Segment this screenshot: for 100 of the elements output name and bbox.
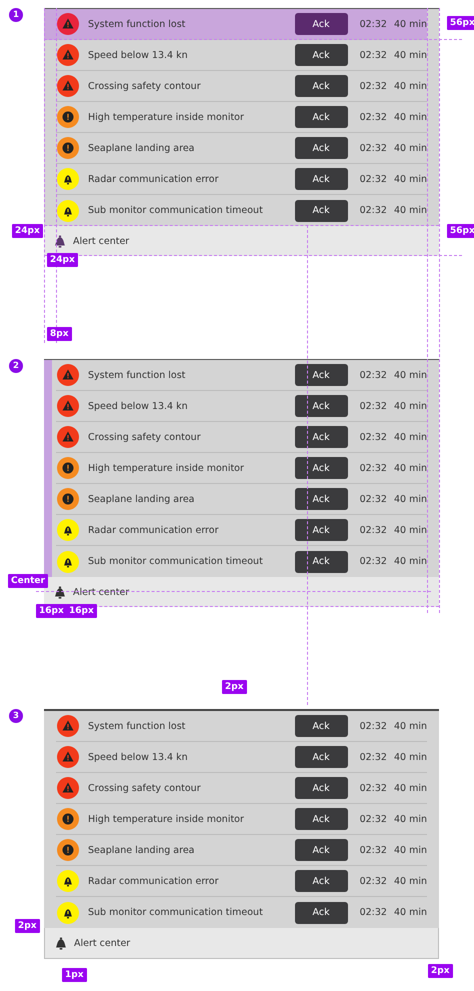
alert-message: Seaplane landing area: [88, 142, 194, 154]
ack-button[interactable]: Ack: [294, 106, 348, 128]
caution-bell-icon: [57, 519, 79, 541]
alert-message: Speed below 13.4 kn: [88, 400, 188, 412]
step-number: 3: [9, 709, 23, 723]
alert-message: System function lost: [88, 720, 186, 732]
alert-age: 40 min: [394, 80, 427, 92]
caution-bell-icon: [57, 550, 79, 572]
dimension-label: Center: [8, 574, 48, 588]
alert-message: Seaplane landing area: [88, 494, 194, 504]
alert-time: 02:32: [360, 174, 387, 184]
ack-button[interactable]: Ack: [294, 168, 348, 190]
ack-button[interactable]: Ack: [294, 364, 348, 386]
alert-age: 40 min: [394, 814, 427, 824]
step-number: 2: [9, 359, 23, 373]
caution-bell-icon: [57, 870, 79, 892]
alert-time: 02:32: [360, 462, 387, 474]
alert-age: 40 min: [394, 556, 427, 567]
ack-button[interactable]: Ack: [294, 519, 348, 541]
alert-message: Sub monitor communication timeout: [88, 556, 263, 567]
alert-age: 40 min: [394, 174, 427, 184]
alert-time: 02:32: [360, 814, 387, 824]
step-number: 1: [9, 8, 23, 22]
alert-time: 02:32: [360, 400, 387, 412]
alert-message: System function lost: [88, 370, 186, 380]
ack-button[interactable]: Ack: [294, 488, 348, 510]
alert-time: 02:32: [360, 50, 387, 60]
ack-button[interactable]: Ack: [294, 550, 348, 572]
caution-bell-icon: [57, 200, 79, 222]
dimension-label: 1px: [62, 968, 87, 982]
alert-message: Radar communication error: [88, 876, 218, 886]
ack-button[interactable]: Ack: [294, 75, 348, 97]
alert-center-bar[interactable]: Alert center: [44, 928, 439, 959]
alert-age: 40 min: [394, 720, 427, 732]
alert-time: 02:32: [360, 907, 387, 918]
alert-time: 02:32: [360, 370, 387, 380]
bell-icon: [54, 586, 66, 598]
ack-button[interactable]: Ack: [294, 746, 348, 768]
ack-button[interactable]: Ack: [294, 137, 348, 159]
ack-button[interactable]: Ack: [294, 200, 348, 222]
alert-message: Speed below 13.4 kn: [88, 752, 188, 762]
alert-time: 02:32: [360, 205, 387, 216]
warning-exclamation-icon: [57, 839, 79, 861]
ack-button[interactable]: Ack: [294, 808, 348, 830]
ack-button[interactable]: Ack: [294, 870, 348, 892]
ack-button[interactable]: Ack: [294, 902, 348, 924]
ack-button[interactable]: Ack: [294, 44, 348, 66]
alert-time: 02:32: [360, 556, 387, 567]
alert-time: 02:32: [360, 876, 387, 886]
alert-age: 40 min: [394, 112, 427, 122]
ack-button[interactable]: Ack: [294, 839, 348, 861]
alert-message: Sub monitor communication timeout: [88, 907, 263, 918]
ack-button[interactable]: Ack: [294, 457, 348, 479]
alert-age: 40 min: [394, 524, 427, 536]
alert-time: 02:32: [360, 432, 387, 442]
alert-message: High temperature inside monitor: [88, 112, 244, 122]
alert-age: 40 min: [394, 50, 427, 60]
alert-message: Speed below 13.4 kn: [88, 50, 188, 60]
dimension-label: 2px: [15, 919, 40, 933]
alert-center-label: Alert center: [73, 236, 130, 246]
alert-time: 02:32: [360, 524, 387, 536]
alert-message: Radar communication error: [88, 174, 218, 184]
alert-age: 40 min: [394, 844, 427, 856]
warning-exclamation-icon: [57, 488, 79, 510]
alert-age: 40 min: [394, 205, 427, 216]
alert-age: 40 min: [394, 462, 427, 474]
bell-icon: [54, 234, 66, 248]
ack-button[interactable]: Ack: [294, 777, 348, 799]
alert-age: 40 min: [394, 432, 427, 442]
alert-message: High temperature inside monitor: [88, 462, 244, 474]
alert-time: 02:32: [360, 80, 387, 92]
alert-center-label: Alert center: [74, 938, 130, 948]
ack-button[interactable]: Ack: [294, 395, 348, 417]
alert-age: 40 min: [394, 18, 427, 30]
dimension-label: 8px: [47, 327, 72, 341]
alert-time: 02:32: [360, 494, 387, 504]
alert-time: 02:32: [360, 782, 387, 794]
alert-age: 40 min: [394, 782, 427, 794]
dimension-label: 16px: [66, 604, 97, 618]
ack-button[interactable]: Ack: [294, 715, 348, 737]
alert-message: High temperature inside monitor: [88, 814, 244, 824]
dimension-label: 2px: [428, 964, 453, 978]
alert-message: Crossing safety contour: [88, 80, 201, 92]
alert-message: Radar communication error: [88, 524, 218, 536]
alert-time: 02:32: [360, 720, 387, 732]
alert-time: 02:32: [360, 142, 387, 154]
alert-message: Sub monitor communication timeout: [88, 205, 263, 216]
alert-time: 02:32: [360, 844, 387, 856]
ack-button[interactable]: Ack: [294, 13, 348, 35]
alert-center-bar[interactable]: Alert center: [44, 226, 439, 256]
warning-exclamation-icon: [57, 808, 79, 830]
dimension-label: 2px: [222, 680, 247, 694]
alert-age: 40 min: [394, 876, 427, 886]
dimension-label: 24px: [12, 224, 43, 238]
alert-message: System function lost: [88, 18, 186, 30]
dimension-label: 24px: [47, 253, 78, 267]
alert-age: 40 min: [394, 142, 427, 154]
ack-button[interactable]: Ack: [294, 426, 348, 448]
caution-bell-icon: [57, 902, 79, 924]
alert-age: 40 min: [394, 370, 427, 380]
